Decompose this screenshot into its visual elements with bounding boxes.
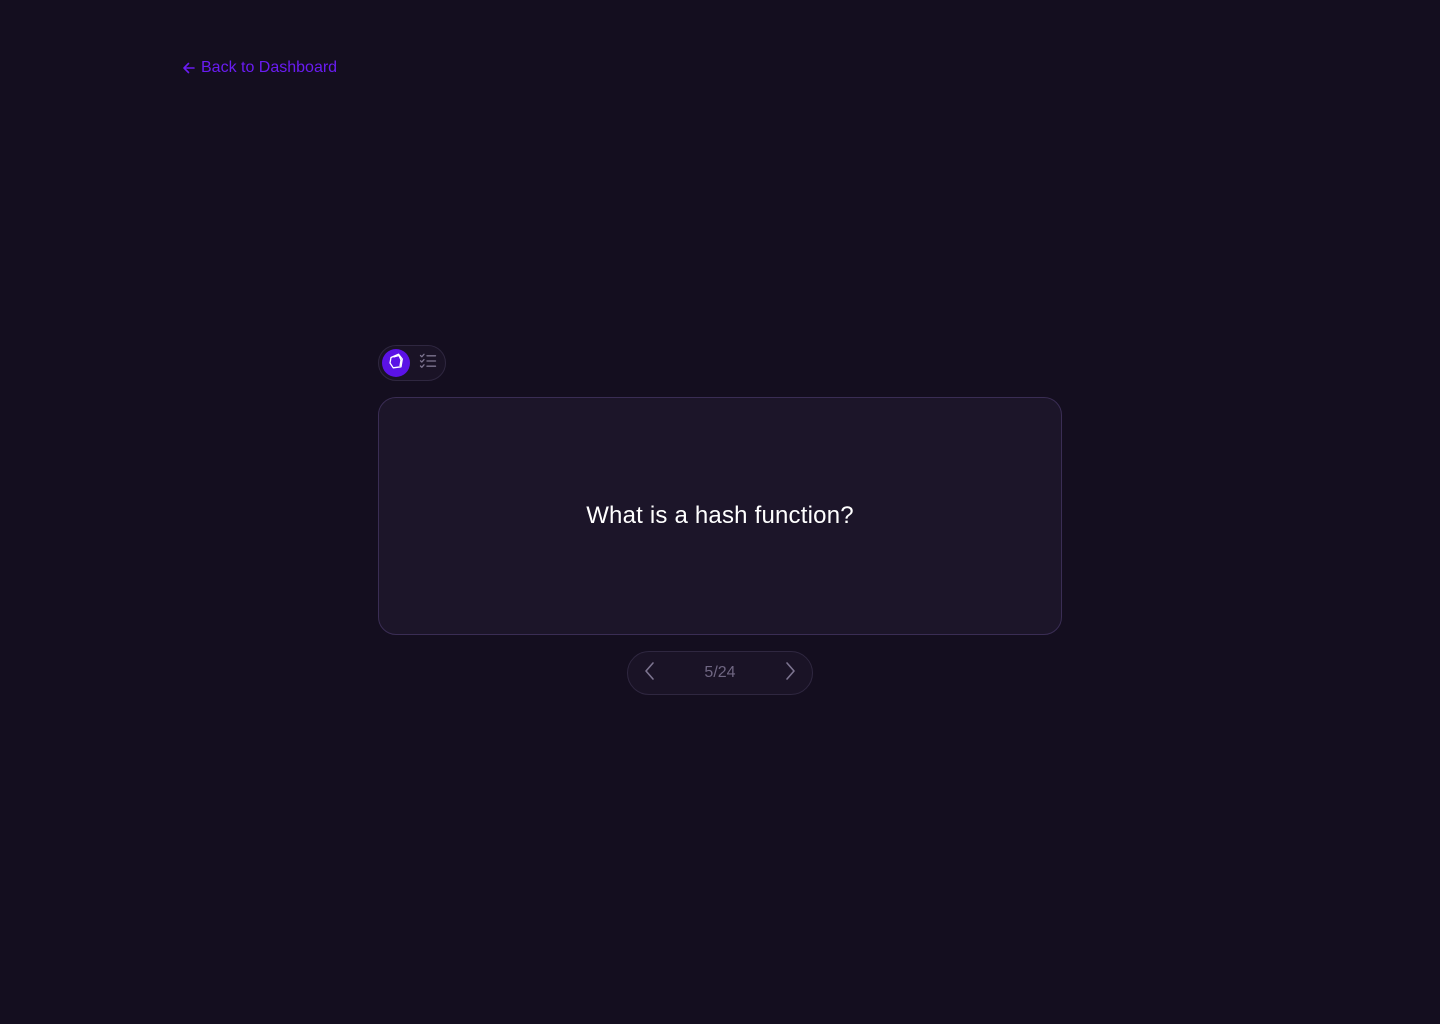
chevron-right-icon — [784, 661, 796, 686]
card-pager: 5/24 — [627, 651, 813, 695]
list-mode-button[interactable] — [414, 349, 442, 377]
flashcard-page: Back to Dashboard What is a hash functio… — [0, 0, 1440, 1024]
card-position-counter: 5/24 — [704, 664, 736, 681]
previous-card-button[interactable] — [640, 661, 660, 685]
view-mode-toggle — [378, 345, 446, 381]
back-to-dashboard-link[interactable]: Back to Dashboard — [182, 57, 337, 79]
arrow-left-icon — [182, 61, 196, 75]
cards-icon — [386, 351, 406, 376]
checklist-icon — [418, 351, 438, 376]
next-card-button[interactable] — [780, 661, 800, 685]
flashcard-mode-button[interactable] — [382, 349, 410, 377]
chevron-left-icon — [644, 661, 656, 686]
back-link-label: Back to Dashboard — [201, 59, 338, 76]
flashcard-question: What is a hash function? — [586, 502, 854, 529]
flashcard[interactable]: What is a hash function? — [378, 397, 1062, 635]
